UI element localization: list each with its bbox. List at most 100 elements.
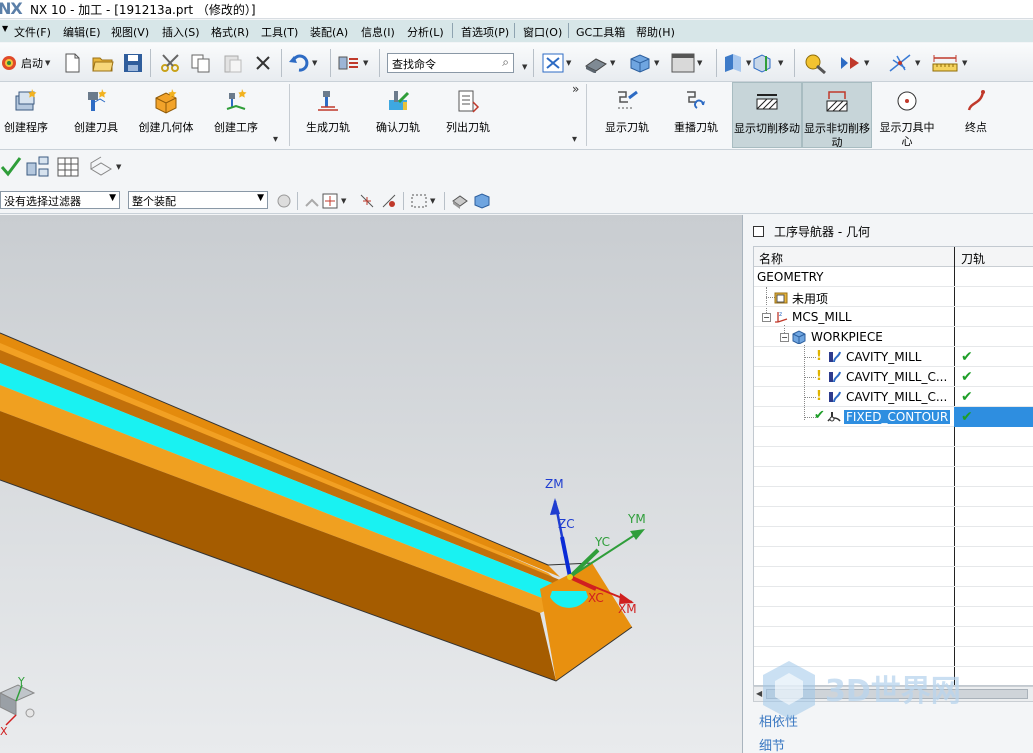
- render-style-button[interactable]: ▼: [584, 52, 615, 74]
- checkmark-button[interactable]: [0, 156, 22, 178]
- show-toolpath-button[interactable]: 显示刀轨: [598, 82, 656, 148]
- menu-window[interactable]: 窗口(O): [523, 24, 562, 40]
- tree-row-operation[interactable]: ! CAVITY_MILL_C... ✔: [754, 387, 1033, 407]
- tree-row-operation[interactable]: ! CAVITY_MILL ✔: [754, 347, 1033, 367]
- create-geometry-button[interactable]: 创建几何体: [136, 82, 196, 148]
- collapse-icon[interactable]: −: [780, 333, 789, 342]
- collapse-icon[interactable]: −: [762, 313, 771, 322]
- tree-row-operation[interactable]: ! CAVITY_MILL_C... ✔: [754, 367, 1033, 387]
- delete-button[interactable]: [253, 52, 273, 74]
- menu-info[interactable]: 信息(I): [361, 24, 395, 40]
- show-cut-moves-icon: [756, 94, 778, 110]
- create-geometry-icon: [155, 89, 177, 114]
- measure-button[interactable]: ▼: [930, 52, 967, 74]
- machine-tool-view-button[interactable]: [56, 156, 82, 178]
- copy-button[interactable]: [190, 52, 212, 74]
- chevron-down-icon[interactable]: ▼: [522, 63, 527, 71]
- menu-help[interactable]: 帮助(H): [636, 24, 675, 40]
- fit-view-button[interactable]: ▼: [542, 52, 571, 74]
- show-noncut-moves-button[interactable]: 显示非切削移动: [802, 82, 872, 149]
- type-filter-select[interactable]: 没有选择过滤器 ▼: [0, 191, 120, 209]
- end-point-snap-button[interactable]: [358, 190, 376, 212]
- cut-button[interactable]: [160, 52, 182, 74]
- snap-point-button[interactable]: ▼: [838, 52, 869, 74]
- column-toolpath-header[interactable]: 刀轨: [961, 250, 985, 267]
- save-button[interactable]: [123, 52, 143, 74]
- select-solid-button[interactable]: [473, 190, 491, 212]
- navigator-pin-icon[interactable]: [753, 226, 764, 237]
- midpoint-snap-button[interactable]: [380, 190, 398, 212]
- scrollbar-thumb[interactable]: [766, 689, 1028, 699]
- point-snap-button[interactable]: ▼: [321, 190, 346, 212]
- show-toolpath-icon: [618, 90, 638, 109]
- scroll-left-icon[interactable]: ◀: [756, 689, 762, 698]
- start-label: 启动: [21, 57, 43, 70]
- orient-view-button[interactable]: ▼: [628, 52, 659, 74]
- tree-row-operation-selected[interactable]: ✔ FIXED_CONTOUR ✔: [754, 407, 1033, 427]
- dependencies-section[interactable]: 相依性: [759, 711, 798, 730]
- wcs-icon: [889, 54, 911, 72]
- generate-toolpath-button[interactable]: 生成刀轨: [302, 82, 354, 148]
- program-order-view-button[interactable]: [25, 156, 51, 178]
- toolpath-status-check-icon: ✔: [961, 349, 973, 365]
- menu-insert[interactable]: 插入(S): [162, 24, 200, 40]
- start-button[interactable]: 启动 ▼: [0, 52, 50, 74]
- part-model[interactable]: ZM ZC YM YC XC XM Y X: [0, 215, 742, 753]
- verify-toolpath-button[interactable]: 确认刀轨: [372, 82, 424, 148]
- command-finder-button[interactable]: ▼: [337, 52, 368, 74]
- wizard-button[interactable]: [803, 52, 829, 74]
- endpoint-button[interactable]: 终点: [950, 82, 1002, 148]
- search-icon[interactable]: ⌕: [502, 55, 509, 70]
- paste-button[interactable]: [222, 52, 244, 74]
- create-operation-button[interactable]: 创建工序: [210, 82, 262, 148]
- column-name-header[interactable]: 名称: [759, 250, 783, 267]
- create-program-button[interactable]: 创建程序: [0, 82, 52, 148]
- snap-button[interactable]: [303, 190, 321, 212]
- menu-gc-toolbox[interactable]: GC工具箱: [576, 24, 625, 40]
- background-button[interactable]: ▼: [671, 52, 702, 74]
- tree-row-mcs-mill[interactable]: − z MCS_MILL: [754, 307, 1033, 327]
- scope-filter-select[interactable]: 整个装配 ▼: [128, 191, 268, 209]
- create-program-icon: [15, 89, 37, 111]
- create-tool-button[interactable]: 创建刀具: [70, 82, 122, 148]
- menu-dropdown-icon[interactable]: ▼: [2, 24, 8, 33]
- find-command-input[interactable]: 查找命令 ⌕: [387, 53, 514, 73]
- navigator-title: 工序导航器 - 几何: [774, 225, 870, 239]
- menu-assembly[interactable]: 装配(A): [310, 24, 348, 40]
- navigator-horizontal-scrollbar[interactable]: ◀: [753, 686, 1033, 702]
- more-chevron-icon[interactable]: »: [572, 82, 579, 96]
- menu-file[interactable]: 文件(F): [14, 24, 51, 40]
- rectangle-select-button[interactable]: ▼: [410, 190, 435, 212]
- graphics-viewport[interactable]: ZM ZC YM YC XC XM Y X: [0, 215, 742, 753]
- wcs-button[interactable]: ▼: [887, 52, 920, 74]
- needs-regen-icon: !: [816, 369, 822, 384]
- menu-format[interactable]: 格式(R): [211, 24, 249, 40]
- new-file-button[interactable]: [63, 52, 81, 74]
- clip-view-button[interactable]: ▼: [752, 52, 783, 74]
- show-cut-moves-button[interactable]: 显示切削移动: [732, 82, 802, 148]
- menu-preferences[interactable]: 首选项(P): [461, 24, 509, 40]
- verify-toolpath-label: 确认刀轨: [376, 121, 420, 134]
- undo-button[interactable]: ▼: [288, 52, 317, 74]
- chevron-down-icon[interactable]: ▾: [273, 134, 278, 145]
- select-body-button[interactable]: [451, 190, 469, 212]
- chevron-down-icon[interactable]: ▾: [572, 134, 577, 145]
- tree-row-geometry[interactable]: GEOMETRY: [754, 267, 1033, 287]
- general-filter-button[interactable]: [275, 190, 293, 212]
- point-snap-icon: [322, 193, 338, 209]
- menu-analysis[interactable]: 分析(L): [407, 24, 444, 40]
- open-file-button[interactable]: [92, 52, 114, 74]
- geometry-view-button[interactable]: ▼: [88, 156, 121, 178]
- cavity-mill-icon: [829, 391, 841, 403]
- tree-row-unused[interactable]: 未用项: [754, 287, 1033, 307]
- details-section[interactable]: 细节: [759, 735, 785, 753]
- menu-tools[interactable]: 工具(T): [261, 24, 298, 40]
- section-view-button[interactable]: ▼: [722, 52, 751, 74]
- replay-toolpath-button[interactable]: 重播刀轨: [667, 82, 725, 148]
- empty-row: [754, 527, 1033, 547]
- tree-row-workpiece[interactable]: − WORKPIECE: [754, 327, 1033, 347]
- list-toolpath-button[interactable]: 列出刀轨: [442, 82, 494, 148]
- show-tool-center-button[interactable]: 显示刀具中心: [876, 82, 938, 148]
- menu-edit[interactable]: 编辑(E): [63, 24, 101, 40]
- menu-view[interactable]: 视图(V): [111, 24, 149, 40]
